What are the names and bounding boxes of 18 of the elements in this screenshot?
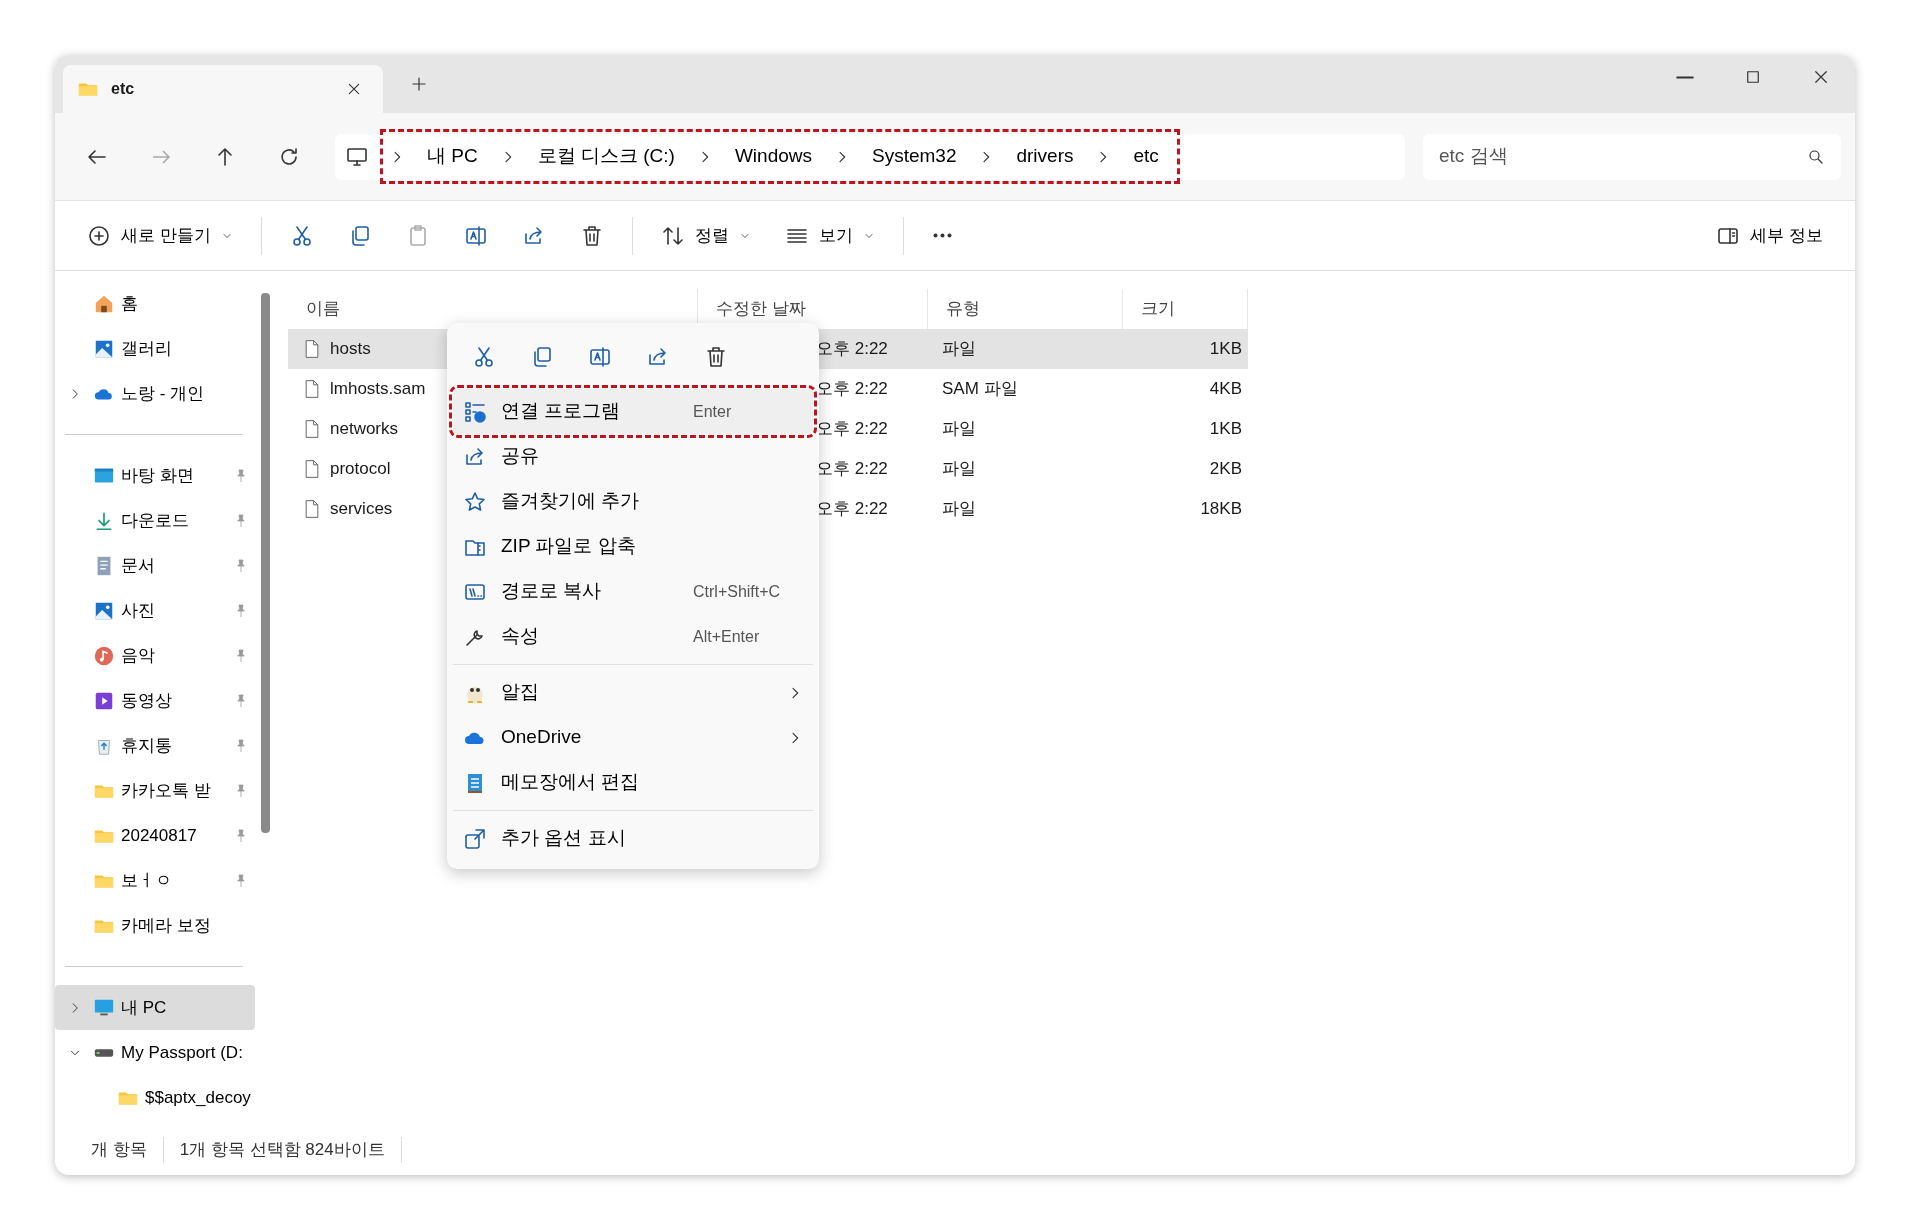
size-cell-text: 2KB [1208, 458, 1243, 481]
type-cell-text: 파일 [941, 498, 977, 521]
size-cell-text: 18KB [1199, 498, 1243, 521]
type-cell-text: SAM 파일 [941, 378, 1019, 401]
status-text: 1개 항목 선택함 824바이트 [163, 1137, 402, 1163]
tab-title: etc [111, 79, 136, 99]
size-cell-text: 4KB [1208, 378, 1243, 401]
status-text: 개 항목 [75, 1137, 164, 1163]
type-cell: 파일 [928, 329, 1123, 369]
date-text: 오후 2:22 [816, 418, 888, 441]
type-cell-text: 파일 [941, 418, 977, 441]
date-text: 오후 2:22 [816, 378, 888, 401]
date-text: 오후 2:22 [816, 458, 888, 481]
type-cell-text: 파일 [941, 458, 977, 481]
size-cell: 1KB [1123, 329, 1248, 369]
size-cell-text: 1KB [1208, 418, 1243, 441]
date-text: 오후 2:22 [816, 498, 888, 521]
date-text: 오후 2:22 [816, 338, 888, 361]
